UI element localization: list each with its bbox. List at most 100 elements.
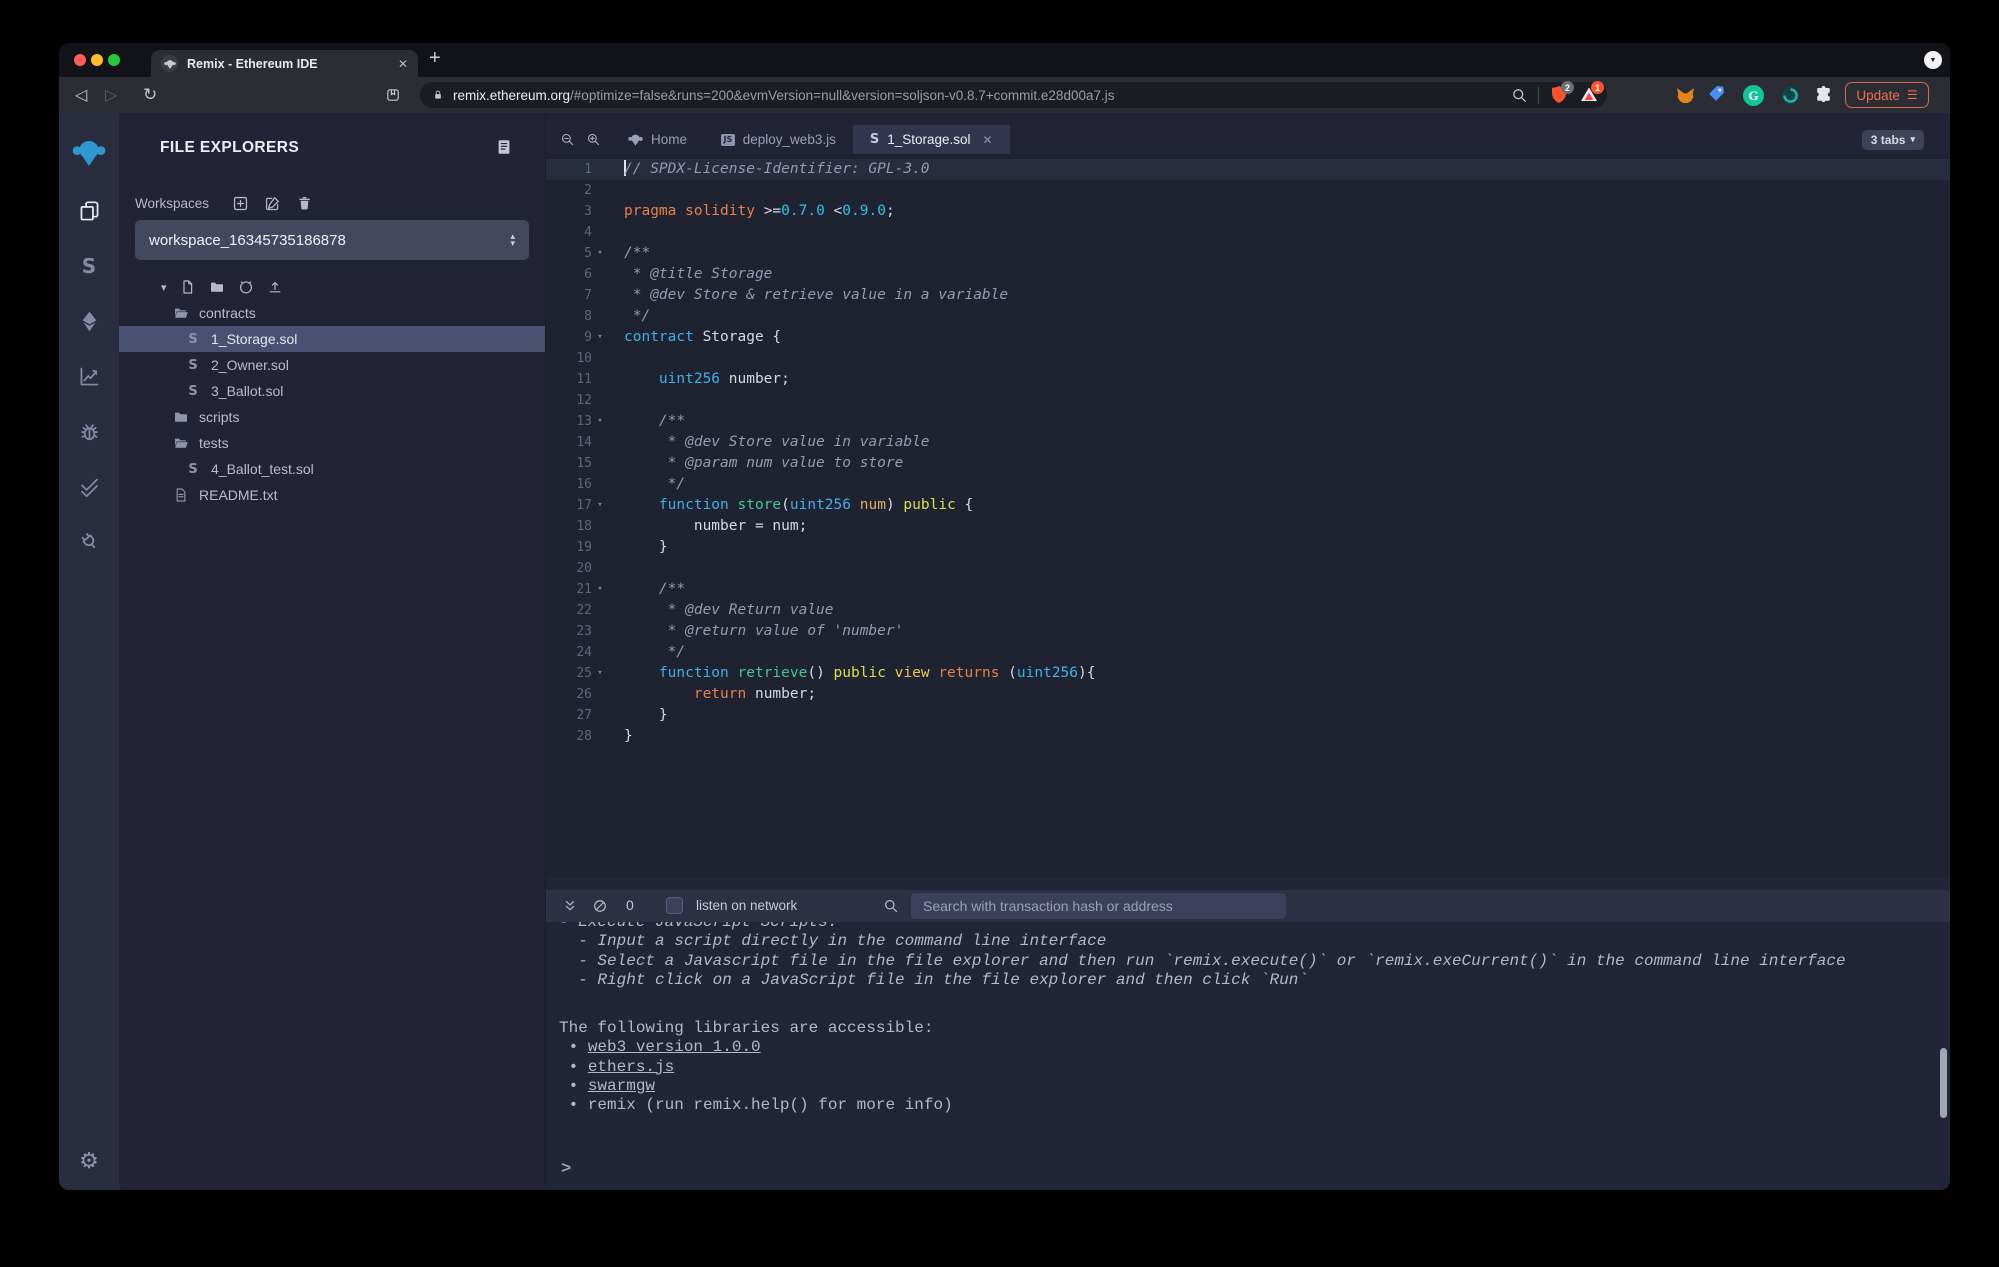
collapse-tree-icon[interactable]: ▾ [161,281,167,294]
tree-item-3-ballot-sol[interactable]: S 3_Ballot.sol [119,378,545,404]
tree-item-4-ballot-test-sol[interactable]: S 4_Ballot_test.sol [119,456,545,482]
terminal-output[interactable]: - Execute JavaScript Scripts: - Input a … [546,922,1950,1190]
menu-burger-icon[interactable]: ☰ [1907,88,1918,102]
github-import-icon[interactable] [238,279,254,295]
upload-file-icon[interactable] [267,279,283,295]
close-tab-icon[interactable]: ✕ [983,133,993,147]
code-line[interactable]: 22 * @dev Return value [546,600,1950,621]
code-line[interactable]: 13 ▾ /** [546,411,1950,432]
fold-arrow-icon[interactable]: ▾ [592,495,608,516]
code-line[interactable]: 2 [546,180,1950,201]
fold-arrow-icon[interactable]: ▾ [592,411,608,432]
code-line[interactable]: 26 return number; [546,684,1950,705]
code-line[interactable]: 1// SPDX-License-Identifier: GPL-3.0 [546,159,1950,180]
tree-item-readme-txt[interactable]: README.txt [119,482,545,508]
teal-extension-icon[interactable] [1780,85,1801,106]
code-line[interactable]: 6 * @title Storage [546,264,1950,285]
reload-icon[interactable]: ↻ [143,77,157,113]
editor-zoom-out-icon[interactable] [560,132,575,147]
code-line[interactable]: 8 */ [546,306,1950,327]
tag-extension-icon[interactable] [1706,85,1727,106]
collapse-terminal-icon[interactable] [562,898,578,914]
extensions-puzzle-icon[interactable] [1813,85,1834,106]
tab-close-icon[interactable]: ✕ [398,57,408,71]
debugger-icon[interactable] [76,418,102,444]
plugin-manager-icon[interactable] [76,528,102,554]
metamask-icon[interactable] [1675,85,1696,106]
code-line[interactable]: 3 pragma solidity >=0.7.0 <0.9.0; [546,201,1950,222]
code-line[interactable]: 28} [546,726,1950,747]
code-line[interactable]: 20 [546,558,1950,579]
code-line[interactable]: 27 } [546,705,1950,726]
code-line[interactable]: 21 ▾ /** [546,579,1950,600]
back-icon[interactable]: ◁ [75,77,87,113]
tab-home[interactable]: Home [611,125,704,154]
grammarly-icon[interactable]: G [1743,85,1764,106]
analysis-icon[interactable] [76,363,102,389]
code-line[interactable]: 17 ▾ function store(uint256 num) public { [546,495,1950,516]
tab-1-storage[interactable]: S 1_Storage.sol ✕ [852,125,1010,154]
editor-zoom-in-icon[interactable] [586,132,601,147]
remix-logo-icon[interactable] [72,135,106,169]
tab-deploy-web3[interactable]: JS deploy_web3.js [704,125,853,154]
fullscreen-window-button[interactable] [108,54,120,66]
code-line[interactable]: 18 number = num; [546,516,1950,537]
browser-tab-remix[interactable]: Remix - Ethereum IDE ✕ [151,50,418,77]
code-area[interactable]: 1// SPDX-License-Identifier: GPL-3.0 2 3 pr… [546,154,1950,878]
delete-workspace-icon[interactable] [296,195,313,212]
terminal-line[interactable]: • swarmgw [559,1077,1950,1096]
fold-arrow-icon[interactable]: ▾ [592,579,608,600]
tree-item-tests[interactable]: tests [119,430,545,456]
create-workspace-icon[interactable] [232,195,249,212]
workspace-select[interactable]: workspace_16345735186878 ▴ ▾ [135,220,529,260]
new-tab-button[interactable]: + [429,47,441,70]
code-line[interactable]: 4 [546,222,1950,243]
forward-icon[interactable]: ▷ [105,77,117,113]
code-line[interactable]: 19 } [546,537,1950,558]
listen-network-checkbox[interactable] [666,897,683,914]
tree-item-scripts[interactable]: scripts [119,404,545,430]
code-line[interactable]: 7 * @dev Store & retrieve value in a var… [546,285,1950,306]
code-line[interactable]: 5 ▾/** [546,243,1950,264]
fold-arrow-icon[interactable]: ▾ [592,243,608,264]
bookmark-sidebar-icon[interactable] [385,87,401,103]
brave-rewards-icon[interactable]: 1 [1579,81,1604,105]
brave-shield-icon[interactable]: 2 [1549,81,1574,105]
fold-arrow-icon[interactable]: ▾ [592,327,608,348]
terminal-line[interactable]: • ethers.js [559,1058,1950,1077]
terminal-prompt[interactable]: > [561,1160,571,1179]
solidity-compiler-icon[interactable]: S [76,253,102,279]
code-line[interactable]: 10 [546,348,1950,369]
minimize-window-button[interactable] [91,54,103,66]
code-line[interactable]: 14 * @dev Store value in variable [546,432,1950,453]
code-line[interactable]: 9 ▾ contract Storage { [546,327,1950,348]
close-window-button[interactable] [74,54,86,66]
clear-console-icon[interactable] [592,898,608,914]
code-line[interactable]: 12 [546,390,1950,411]
deploy-and-run-icon[interactable] [76,308,102,334]
tree-item-1-storage-sol[interactable]: S 1_Storage.sol [119,326,545,352]
code-line[interactable]: 25 ▾ function retrieve() public view retu… [546,663,1950,684]
terminal-search-input[interactable] [911,893,1286,919]
update-button[interactable]: Update ☰ [1845,82,1929,108]
terminal-scrollbar[interactable] [1940,1048,1947,1118]
code-line[interactable]: 11 uint256 number; [546,369,1950,390]
settings-gear-icon[interactable]: ⚙ [59,1149,119,1174]
new-folder-icon[interactable] [209,279,225,295]
rename-workspace-icon[interactable] [264,195,281,212]
fold-arrow-icon[interactable]: ▾ [592,663,608,684]
address-bar[interactable]: remix.ethereum.org/#optimize=false&runs=… [420,81,1607,108]
tab-search-icon[interactable]: ▼ [1924,51,1942,69]
code-line[interactable]: 15 * @param num value to store [546,453,1950,474]
tabs-count-dropdown[interactable]: 3 tabs ▾ [1861,129,1924,150]
code-line[interactable]: 23 * @return value of 'number' [546,621,1950,642]
page-zoom-icon[interactable] [1511,87,1528,104]
tree-item-2-owner-sol[interactable]: S 2_Owner.sol [119,352,545,378]
tree-item-contracts[interactable]: contracts [119,300,545,326]
code-line[interactable]: 24 */ [546,642,1950,663]
terminal-line[interactable]: • web3 version 1.0.0 [559,1038,1950,1057]
library-icon[interactable] [495,138,513,156]
file-explorer-icon[interactable] [76,198,102,224]
code-line[interactable]: 16 */ [546,474,1950,495]
unit-testing-icon[interactable] [76,473,102,499]
